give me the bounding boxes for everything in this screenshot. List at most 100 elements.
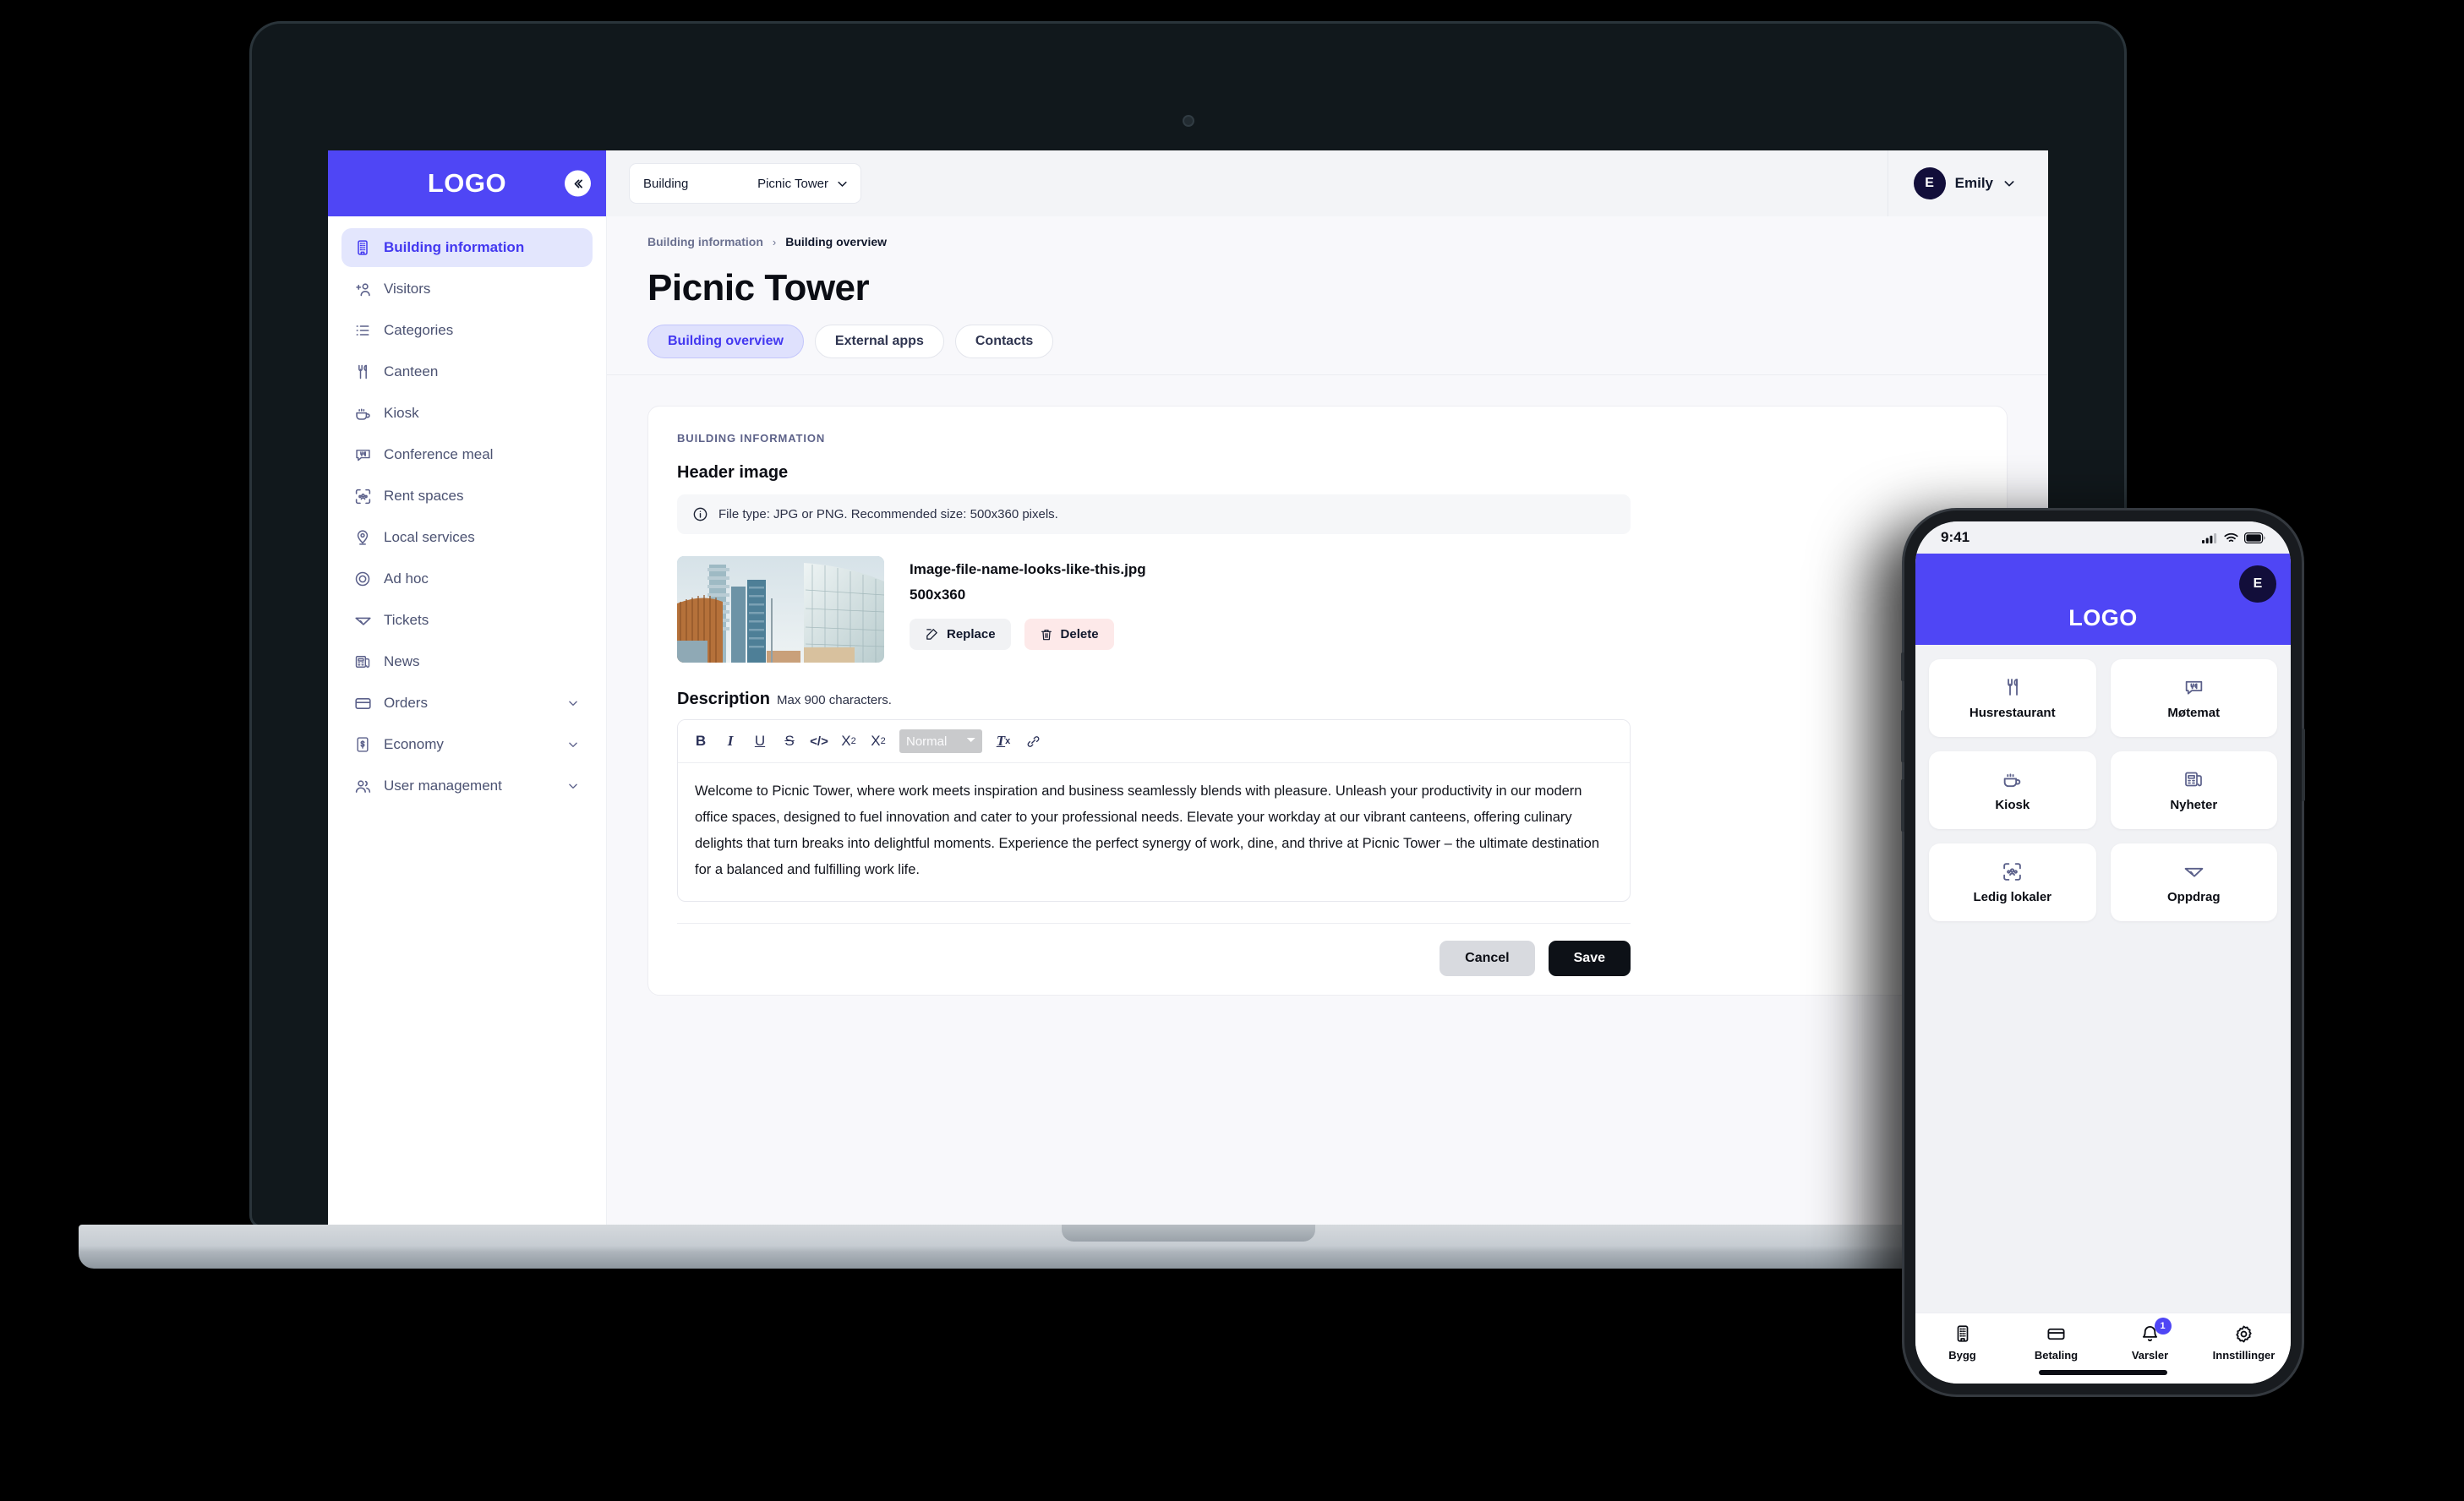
tile-label: Nyheter — [2170, 798, 2218, 812]
italic-button[interactable]: I — [718, 729, 743, 754]
phone-silent-switch[interactable] — [1901, 652, 1904, 681]
phone-power-button[interactable] — [2302, 729, 2305, 801]
tab-label: Betaling — [2034, 1349, 2079, 1362]
newspaper-icon — [2183, 768, 2204, 790]
subscript-base: X — [841, 733, 851, 749]
sidebar-item-building-information[interactable]: Building information — [341, 228, 593, 267]
sidebar-item-label: Canteen — [384, 363, 439, 379]
tile-nyheter[interactable]: Nyheter — [2110, 751, 2277, 829]
info-banner: File type: JPG or PNG. Recommended size:… — [677, 494, 1631, 534]
user-menu[interactable]: E Emily — [1887, 150, 2048, 216]
code-button[interactable]: </> — [806, 729, 832, 754]
status-icons — [2202, 532, 2265, 543]
format-select[interactable]: Normal — [899, 729, 982, 753]
sidebar-item-ad-hoc[interactable]: Ad hoc — [341, 559, 593, 598]
laptop-device: LOGO Building information Visitors Categ… — [79, 24, 2297, 1270]
sidebar-collapse-button[interactable] — [565, 170, 591, 197]
cutlery-icon — [2002, 676, 2024, 698]
strikethrough-button[interactable]: S — [777, 729, 802, 754]
meal-chat-icon — [2183, 676, 2204, 698]
tab-external-apps[interactable]: External apps — [814, 325, 944, 358]
sidebar: LOGO Building information Visitors Categ… — [328, 150, 607, 1241]
clear-format-base: T — [996, 733, 1006, 749]
breadcrumb-current: Building overview — [785, 235, 888, 248]
tile-label: Kiosk — [1995, 798, 2030, 812]
sidebar-item-label: Building information — [384, 239, 525, 255]
sidebar-item-news[interactable]: News — [341, 642, 593, 681]
sidebar-item-kiosk[interactable]: Kiosk — [341, 394, 593, 433]
tab-varsler[interactable]: 1 Varsler — [2108, 1318, 2193, 1362]
page-title: Picnic Tower — [647, 267, 870, 308]
sidebar-item-label: Ad hoc — [384, 570, 429, 587]
link-button[interactable] — [1020, 729, 1046, 754]
page-header: Building information › Building overview… — [607, 216, 2048, 375]
description-textarea[interactable]: Welcome to Picnic Tower, where work meet… — [678, 763, 1630, 901]
bold-button[interactable]: B — [688, 729, 713, 754]
laptop-base-notch — [1061, 1225, 1315, 1242]
sidebar-nav: Building information Visitors Categories… — [328, 216, 606, 808]
sidebar-item-conference-meal[interactable]: Conference meal — [341, 435, 593, 474]
logo-text: LOGO — [2068, 605, 2138, 630]
breadcrumb-parent[interactable]: Building information — [647, 235, 763, 248]
clear-formatting-button[interactable]: Tx — [991, 729, 1016, 754]
home-indicator[interactable] — [2039, 1370, 2167, 1375]
tile-husrestaurant[interactable]: Husrestaurant — [1929, 659, 2096, 737]
webcam-icon — [1182, 115, 1194, 127]
sidebar-item-canteen[interactable]: Canteen — [341, 352, 593, 391]
tab-betaling[interactable]: Betaling — [2014, 1324, 2099, 1362]
target-icon — [353, 570, 372, 588]
gear-icon — [2234, 1324, 2254, 1344]
tab-label: Bygg — [1948, 1349, 1976, 1362]
phone-volume-up-button[interactable] — [1901, 710, 1904, 762]
info-circle-icon — [693, 507, 708, 521]
phone-volume-down-button[interactable] — [1901, 779, 1904, 832]
map-pin-user-icon — [353, 528, 372, 547]
rich-text-editor: B I U S </> X2 X2 Normal T x Welcome to … — [677, 719, 1631, 903]
sidebar-item-tickets[interactable]: Tickets — [341, 601, 593, 640]
header-image-row: Image-file-name-looks-like-this.jpg 500x… — [677, 556, 1978, 663]
sidebar-item-label: Economy — [384, 736, 444, 752]
subscript-button[interactable]: X2 — [836, 729, 861, 754]
sidebar-item-label: Tickets — [384, 612, 429, 628]
sidebar-item-rent-spaces[interactable]: Rent spaces — [341, 477, 593, 516]
chevron-down-icon[interactable] — [567, 780, 579, 792]
tile-label: Husrestaurant — [1969, 706, 2056, 720]
sidebar-item-orders[interactable]: Orders — [341, 684, 593, 723]
building-icon — [353, 238, 372, 257]
tile-motemat[interactable]: Møtemat — [2110, 659, 2277, 737]
tile-oppdrag[interactable]: Oppdrag — [2110, 843, 2277, 921]
scan-people-icon — [353, 487, 372, 505]
sidebar-item-local-services[interactable]: Local services — [341, 518, 593, 557]
superscript-button[interactable]: X2 — [866, 729, 891, 754]
save-button[interactable]: Save — [1548, 941, 1631, 977]
breadcrumb: Building information › Building overview — [647, 235, 2048, 248]
image-actions: Replace Delete — [910, 619, 1146, 650]
card-icon — [2046, 1324, 2067, 1344]
tab-bygg[interactable]: Bygg — [1920, 1324, 2005, 1362]
replace-image-button[interactable]: Replace — [910, 619, 1011, 650]
tab-building-overview[interactable]: Building overview — [647, 325, 804, 358]
laptop-screen: LOGO Building information Visitors Categ… — [328, 150, 2048, 1241]
delete-image-button[interactable]: Delete — [1024, 619, 1114, 650]
description-label: Description — [677, 690, 771, 708]
tile-label: Ledig lokaler — [1973, 890, 2052, 904]
editor-toolbar: B I U S </> X2 X2 Normal T x — [678, 720, 1630, 763]
underline-button[interactable]: U — [747, 729, 773, 754]
tab-innstillinger[interactable]: Innstillinger — [2202, 1324, 2286, 1362]
tile-ledig-lokaler[interactable]: Ledig lokaler — [1929, 843, 2096, 921]
user-plus-icon — [353, 280, 372, 298]
chevron-down-icon[interactable] — [567, 739, 579, 750]
status-bar: 9:41 — [1915, 521, 2291, 554]
tile-label: Oppdrag — [2167, 890, 2221, 904]
sidebar-item-economy[interactable]: Economy — [341, 725, 593, 764]
sidebar-item-categories[interactable]: Categories — [341, 311, 593, 350]
avatar[interactable]: E — [2239, 565, 2276, 603]
cancel-button[interactable]: Cancel — [1440, 941, 1535, 977]
chevron-down-icon[interactable] — [567, 697, 579, 709]
tab-contacts[interactable]: Contacts — [954, 325, 1054, 358]
phone-screen: 9:41 LOGO E Husrestaurant Møtemat Kiosk … — [1915, 521, 2291, 1384]
tile-kiosk[interactable]: Kiosk — [1929, 751, 2096, 829]
sidebar-item-visitors[interactable]: Visitors — [341, 270, 593, 308]
sidebar-item-user-management[interactable]: User management — [341, 767, 593, 805]
building-picker[interactable]: Building Picnic Tower — [629, 163, 861, 204]
